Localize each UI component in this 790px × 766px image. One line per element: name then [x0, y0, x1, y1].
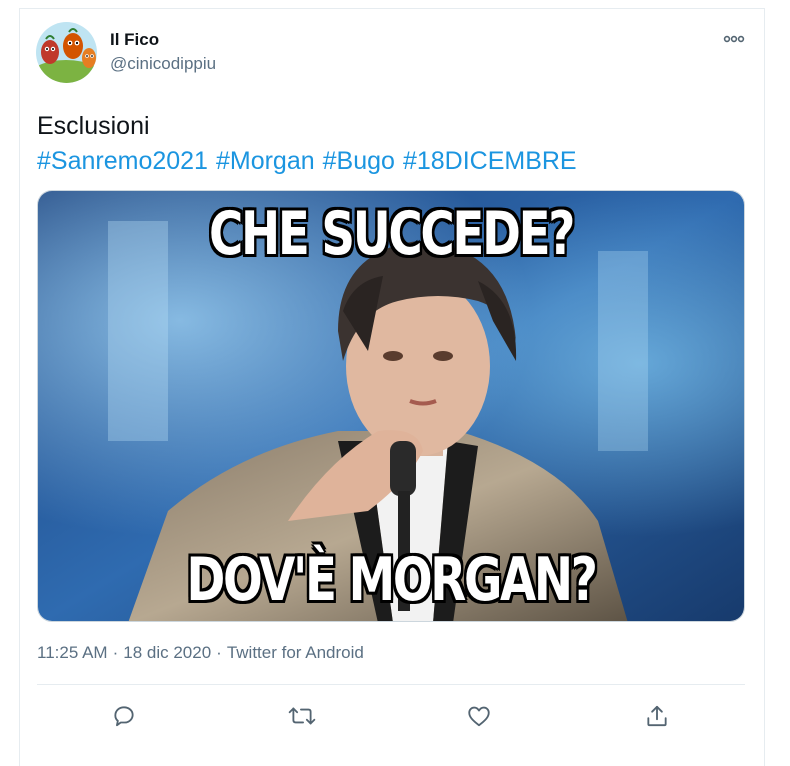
tweet-text: Esclusioni — [37, 112, 150, 140]
meme-caption-bottom: DOV'È MORGAN? — [186, 545, 597, 615]
meme-caption-top: CHE SUCCEDE? — [208, 199, 575, 269]
hashtag-link[interactable]: #Bugo — [323, 147, 395, 175]
retweet-icon — [288, 707, 316, 725]
display-name[interactable]: Il Fico — [110, 30, 159, 50]
retweet-button[interactable] — [287, 701, 317, 731]
tweet-metadata: 11:25 AM · 18 dic 2020 · Twitter for Android — [37, 643, 364, 663]
user-handle[interactable]: @cinicodippiu — [110, 54, 216, 74]
like-icon — [468, 706, 490, 727]
more-options-button[interactable] — [720, 30, 748, 48]
reply-button[interactable] — [109, 701, 139, 731]
reply-icon — [114, 706, 134, 727]
share-icon — [647, 705, 667, 727]
meta-separator: · — [112, 643, 119, 662]
like-button[interactable] — [464, 701, 494, 731]
avatar-image — [36, 22, 97, 83]
meta-separator: · — [216, 643, 222, 662]
tweet-date[interactable]: 18 dic 2020 — [123, 643, 211, 662]
tweet-media-image[interactable]: CHE SUCCEDE? DOV'È MORGAN? — [37, 190, 745, 622]
hashtag-link[interactable]: #Morgan — [216, 147, 315, 175]
avatar[interactable] — [36, 22, 97, 83]
more-icon — [723, 35, 745, 43]
tweet-source[interactable]: Twitter for Android — [227, 643, 364, 662]
share-button[interactable] — [642, 701, 672, 731]
divider — [37, 684, 745, 685]
hashtag-link[interactable]: #18DICEMBRE — [403, 147, 577, 175]
hashtag-list: #Sanremo2021 #Morgan #Bugo #18DICEMBRE — [37, 143, 585, 179]
tweet-time[interactable]: 11:25 AM — [37, 643, 108, 662]
hashtag-link[interactable]: #Sanremo2021 — [37, 147, 208, 175]
